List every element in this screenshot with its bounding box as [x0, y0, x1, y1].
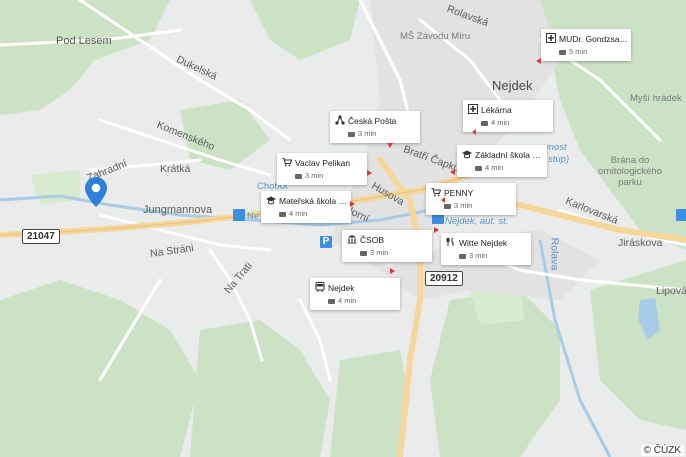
arrow-marker	[472, 129, 476, 135]
arrow-marker	[434, 227, 439, 233]
arrow-marker	[441, 197, 445, 203]
arrow-marker	[350, 201, 355, 207]
direction-arrows	[350, 58, 541, 274]
map-canvas[interactable]: 21047 20912 Nejdek Pod Lesem Dukelská Ko…	[0, 0, 686, 457]
arrow-marker	[536, 58, 541, 64]
arrow-marker	[387, 143, 393, 148]
map-copyright: © ČÚZK	[640, 445, 684, 456]
arrow-marker	[390, 268, 395, 274]
arrow-marker	[367, 170, 372, 176]
arrow-marker	[450, 169, 455, 175]
